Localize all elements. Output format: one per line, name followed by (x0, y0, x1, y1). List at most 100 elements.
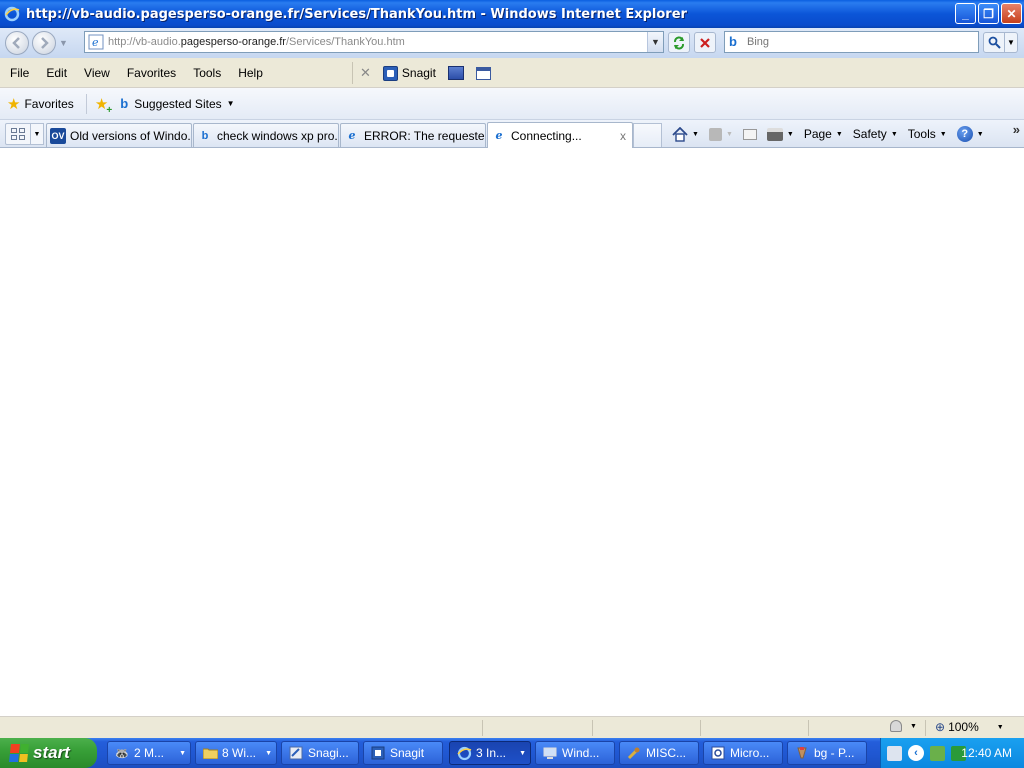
address-bar[interactable]: e http://vb-audio.pagesperso-orange.fr/S… (84, 31, 664, 53)
forward-arrow-icon (41, 37, 49, 49)
tab-connecting[interactable]: e Connecting... x (487, 122, 633, 148)
toolbar-overflow-chevron-icon[interactable]: » (1013, 122, 1020, 137)
menu-bar: File Edit View Favorites Tools Help (0, 58, 272, 88)
back-arrow-icon (12, 37, 20, 49)
taskbar-button-paint[interactable]: bg - P... (787, 741, 867, 765)
taskbar-button-misc[interactable]: MISC... (619, 741, 699, 765)
close-button[interactable]: ✕ (1001, 3, 1022, 24)
snagit-button[interactable]: Snagit (402, 66, 436, 80)
quick-tabs-button[interactable] (5, 123, 31, 145)
menu-view[interactable]: View (76, 66, 119, 80)
bing-icon: b (201, 129, 209, 142)
compatibility-refresh-button[interactable] (668, 32, 690, 53)
mail-icon (742, 128, 757, 140)
taskbar-button-windows-explorer[interactable]: 8 Wi... ▼ (195, 741, 277, 765)
search-box[interactable]: b (724, 31, 979, 53)
taskbar-button-internet-explorer[interactable]: 3 In... ▼ (449, 741, 531, 765)
new-tab-button[interactable] (633, 123, 662, 147)
address-url[interactable]: http://vb-audio.pagesperso-orange.fr/Ser… (108, 36, 405, 48)
taskbar-button-label: Snagit (390, 746, 425, 760)
tab-check-windows[interactable]: b check windows xp pro... (193, 123, 339, 147)
network-icon[interactable] (930, 745, 945, 761)
help-menu-button[interactable]: ? ▼ (956, 126, 984, 142)
zoom-button[interactable]: ⊕ 100% ▼ (935, 720, 1004, 734)
forward-button[interactable] (32, 31, 56, 55)
taskbar-button-windows[interactable]: Wind... (535, 741, 615, 765)
taskbar-button-2m[interactable]: 🦝 2 M... ▼ (107, 741, 191, 765)
page-menu-button[interactable]: Page ▼ (804, 127, 843, 141)
status-divider (925, 720, 926, 736)
internet-explorer-icon (4, 6, 20, 22)
tools-menu-button[interactable]: Tools ▼ (908, 127, 947, 141)
menu-file[interactable]: File (0, 66, 38, 80)
oldversion-icon: OV (50, 127, 66, 144)
taskbar-button-label: Wind... (562, 746, 600, 760)
stop-icon (700, 37, 710, 48)
url-prefix: http://vb-audio. (108, 36, 181, 48)
keyboard-icon[interactable] (887, 745, 902, 761)
page-menu-label: Page (803, 127, 832, 141)
page-icon: e (88, 34, 104, 50)
clock[interactable]: 12:40 AM (961, 746, 1012, 760)
taskbar-button-label: 2 M... (134, 746, 165, 760)
restore-button[interactable]: ❐ (978, 3, 999, 24)
favorites-divider (85, 93, 87, 114)
read-mail-button[interactable] (742, 128, 757, 140)
raccoon-icon: 🦝 (115, 747, 129, 760)
show-hidden-icons-icon[interactable]: ‹ (908, 745, 924, 761)
close-toolbar-icon[interactable]: ✕ (360, 65, 371, 81)
tools-icon (626, 745, 642, 761)
search-options-dropdown[interactable]: ▼ (1005, 32, 1018, 53)
feeds-button[interactable]: ▼ (708, 127, 733, 141)
navigation-bar: ▼ e http://vb-audio.pagesperso-orange.fr… (0, 28, 1024, 58)
favorites-bar: ★ Favorites ★ b Suggested Sites ▼ (0, 88, 1024, 120)
search-button[interactable] (983, 32, 1005, 53)
windows-logo-icon (9, 744, 29, 762)
safety-menu-button[interactable]: Safety ▼ (853, 127, 898, 141)
home-button[interactable]: ▼ (672, 126, 699, 142)
tab-list-dropdown[interactable]: ▼ (31, 123, 44, 145)
menu-row: File Edit View Favorites Tools Help ✕ Sn… (0, 58, 1024, 88)
favorites-button[interactable]: Favorites (24, 97, 73, 111)
tab-label: ERROR: The requeste... (364, 128, 486, 143)
recent-pages-dropdown[interactable]: ▼ (59, 38, 68, 48)
snagit-open-icon[interactable] (475, 66, 491, 80)
taskbar-button-snagit-editor[interactable]: Snagi... (281, 741, 359, 765)
suggested-sites-button[interactable]: Suggested Sites (134, 97, 221, 111)
menu-favorites[interactable]: Favorites (119, 66, 185, 80)
tab-old-versions[interactable]: OV Old versions of Windo... (46, 123, 192, 147)
back-button[interactable] (5, 31, 29, 55)
menu-tools[interactable]: Tools (185, 66, 230, 80)
tab-error[interactable]: e ERROR: The requeste... (340, 123, 486, 147)
address-dropdown[interactable]: ▼ (647, 32, 663, 52)
suggested-sites-dropdown-icon[interactable]: ▼ (227, 99, 235, 108)
taskbar-button-label: bg - P... (814, 746, 855, 760)
computer-icon (542, 745, 558, 761)
page-content[interactable] (0, 148, 1024, 716)
stop-button[interactable] (694, 32, 716, 53)
quick-tabs-icon (11, 128, 25, 140)
snagit-capture-icon[interactable] (447, 66, 464, 80)
menu-help[interactable]: Help (230, 66, 272, 80)
status-divider (592, 720, 593, 736)
start-button[interactable]: start (0, 738, 97, 768)
menu-edit[interactable]: Edit (38, 66, 76, 80)
protected-mode-button[interactable]: ▼ (890, 720, 917, 732)
close-tab-icon[interactable]: x (620, 129, 626, 143)
print-button[interactable]: ▼ (766, 127, 794, 141)
taskbar-button-label: MISC... (646, 746, 687, 760)
ie-icon: e (495, 129, 503, 142)
minimize-button[interactable]: _ (955, 3, 976, 24)
taskbar-button-snagit[interactable]: Snagit (363, 741, 443, 765)
status-bar: ▼ ⊕ 100% ▼ (0, 716, 1024, 738)
taskbar-button-microsoft[interactable]: Micro... (703, 741, 783, 765)
system-tray: ‹ 12:40 AM (880, 738, 1024, 768)
search-input[interactable] (747, 36, 967, 48)
ie-icon: e (348, 129, 356, 142)
add-to-favorites-icon[interactable]: ★ (95, 95, 113, 116)
tab-label: Old versions of Windo... (70, 128, 192, 143)
bing-icon: b (120, 96, 129, 111)
refresh-icon (674, 36, 684, 49)
status-divider (700, 720, 701, 736)
paint-icon (794, 745, 810, 761)
